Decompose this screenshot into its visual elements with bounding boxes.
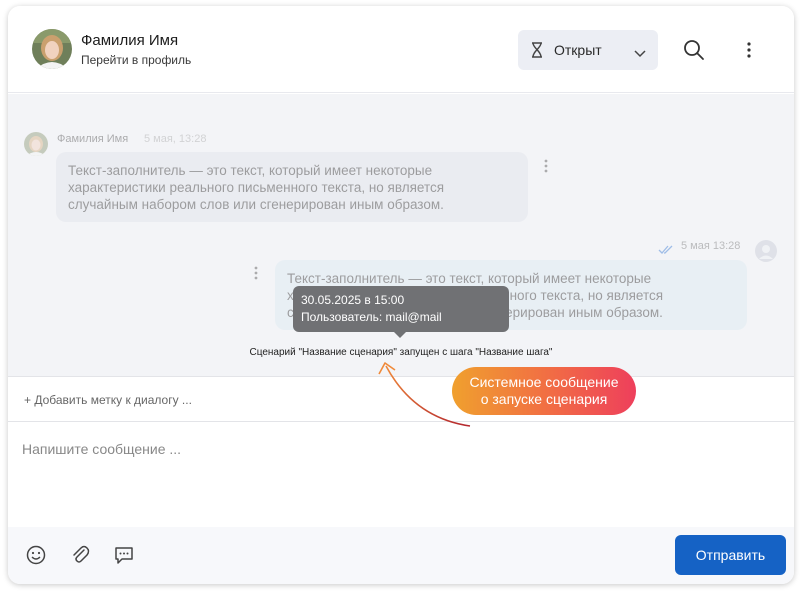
- message-input[interactable]: [22, 437, 762, 461]
- system-message[interactable]: Сценарий "Название сценария" запущен с ш…: [8, 347, 794, 358]
- profile-link[interactable]: Перейти в профиль: [81, 53, 191, 67]
- chat-header: Фамилия Имя Перейти в профиль Открыт: [8, 6, 794, 93]
- message-bubble: Текст-заполнитель — это текст, который и…: [56, 152, 528, 222]
- message-list[interactable]: Фамилия Имя 5 мая, 13:28 Текст-заполните…: [8, 94, 794, 376]
- chevron-down-icon: [634, 45, 646, 63]
- more-vertical-icon[interactable]: [745, 40, 753, 60]
- composer-toolbar: Отправить: [8, 527, 794, 584]
- callout-line-1: Системное сообщение: [469, 374, 619, 390]
- message-author: Фамилия Имя: [57, 133, 129, 145]
- message-time: 5 мая 13:28: [681, 240, 741, 252]
- quick-reply-icon[interactable]: [113, 544, 135, 566]
- composer: [8, 423, 794, 527]
- message-menu-icon[interactable]: [543, 158, 549, 179]
- double-check-icon: [658, 242, 674, 260]
- status-label: Открыт: [554, 42, 602, 58]
- status-dropdown[interactable]: Открыт: [518, 30, 658, 70]
- annotation-callout: Системное сообщение о запуске сценария: [452, 367, 636, 415]
- tooltip-user: Пользователь: mail@mail: [301, 310, 442, 324]
- tooltip-tail: [394, 332, 406, 338]
- hourglass-icon: [530, 42, 544, 63]
- callout-line-2: о запуске сценария: [480, 391, 608, 407]
- contact-name: Фамилия Имя: [81, 32, 179, 49]
- emoji-icon[interactable]: [25, 544, 47, 566]
- send-button[interactable]: Отправить: [675, 535, 786, 575]
- contact-avatar[interactable]: [32, 29, 72, 69]
- search-icon[interactable]: [682, 38, 706, 62]
- operator-avatar: [755, 240, 777, 262]
- message-time: 5 мая, 13:28: [144, 133, 207, 145]
- tooltip-date: 30.05.2025 в 15:00: [301, 293, 405, 307]
- message-menu-icon[interactable]: [253, 265, 259, 286]
- author-avatar: [24, 132, 48, 156]
- chat-window: Фамилия Имя Перейти в профиль Открыт Фам…: [8, 6, 794, 584]
- add-tag-label[interactable]: + Добавить метку к диалогу ...: [24, 393, 192, 407]
- system-message-tooltip: 30.05.2025 в 15:00 Пользователь: mail@ma…: [293, 286, 509, 332]
- attach-icon[interactable]: [69, 544, 91, 566]
